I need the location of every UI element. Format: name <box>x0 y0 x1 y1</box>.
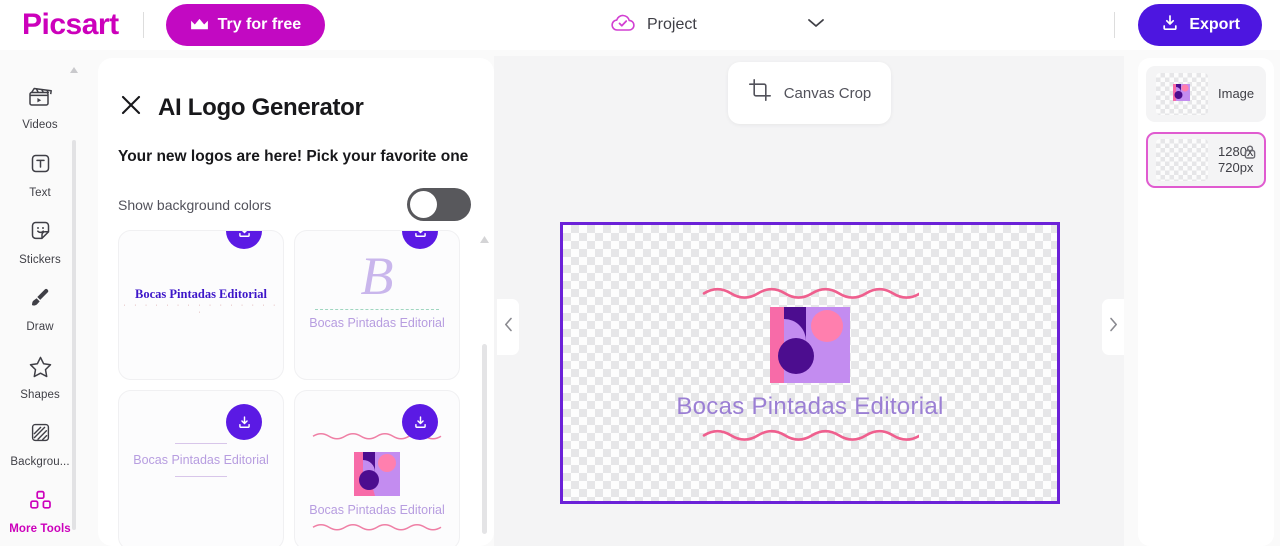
logo-preview: Bocas Pintadas Editorial <box>119 443 283 477</box>
wave-line-icon <box>702 429 919 441</box>
toggle-knob <box>410 191 437 218</box>
try-for-free-label: Try for free <box>217 16 302 33</box>
download-icon[interactable] <box>402 231 438 249</box>
try-for-free-button[interactable]: Try for free <box>165 4 326 46</box>
canvas-crop-button[interactable]: Canvas Crop <box>728 62 891 124</box>
background-colors-row: Show background colors <box>98 166 494 221</box>
download-icon[interactable] <box>402 404 438 440</box>
panel-scroll-thumb[interactable] <box>482 344 487 534</box>
logo-card[interactable]: Bocas Pintadas Editorial <box>294 390 460 546</box>
sidebar-item-label: Text <box>29 186 51 199</box>
download-icon[interactable] <box>226 404 262 440</box>
logo-preview: B Bocas Pintadas Editorial <box>295 249 459 330</box>
logo-results-grid: Bocas Pintadas Editorial · · · · · · · ·… <box>118 230 474 546</box>
sidebar-scrollbar[interactable] <box>70 60 78 538</box>
download-icon <box>1160 13 1180 38</box>
panel-scrollbar[interactable] <box>480 236 489 542</box>
collapse-right-panel-handle[interactable] <box>1102 299 1124 355</box>
logo-card[interactable]: Bocas Pintadas Editorial <box>118 390 284 546</box>
wave-line-icon <box>702 287 919 299</box>
logo-card[interactable]: Bocas Pintadas Editorial · · · · · · · ·… <box>118 230 284 380</box>
artwork-title: Bocas Pintadas Editorial <box>676 393 944 420</box>
chevron-left-icon <box>504 317 513 337</box>
crown-icon <box>190 18 209 32</box>
sidebar-item-label: Stickers <box>19 254 61 267</box>
logo-preview: Bocas Pintadas Editorial · · · · · · · ·… <box>119 287 283 316</box>
wave-line-icon <box>312 523 442 531</box>
paintbrush-icon <box>27 286 54 315</box>
crop-icon <box>748 78 773 108</box>
header-divider-right <box>1114 12 1115 38</box>
logo-name: Bocas Pintadas Editorial <box>309 316 445 330</box>
sidebar-item-label: More Tools <box>9 523 71 536</box>
scroll-up-icon[interactable] <box>480 230 489 243</box>
ai-logo-generator-panel: AI Logo Generator Your new logos are her… <box>98 58 494 546</box>
square-logo-mark <box>1173 84 1190 101</box>
logo-name: Bocas Pintadas Editorial <box>309 503 445 517</box>
layer-item-background[interactable]: 1280x 720px <box>1146 132 1266 188</box>
sidebar-item-label: Shapes <box>20 388 60 401</box>
canvas-crop-label: Canvas Crop <box>783 84 872 102</box>
square-logo-mark <box>770 307 850 383</box>
cloud-check-icon <box>610 13 636 38</box>
background-hatch-icon <box>28 421 53 450</box>
canvas-artwork[interactable]: Bocas Pintadas Editorial <box>563 225 1057 501</box>
chevron-down-icon[interactable] <box>806 16 826 34</box>
chevron-right-icon <box>1109 317 1118 337</box>
star-icon <box>27 354 54 383</box>
close-icon[interactable] <box>118 92 144 123</box>
sidebar-item-stickers[interactable]: Stickers <box>0 209 80 276</box>
logo-dash-rule <box>315 309 439 310</box>
canvas-selection-frame[interactable]: Bocas Pintadas Editorial <box>560 222 1060 504</box>
scroll-up-icon[interactable] <box>70 60 78 73</box>
layer-item-image[interactable]: Image <box>1146 66 1266 122</box>
download-icon[interactable] <box>226 231 262 249</box>
logo-name: Bocas Pintadas Editorial <box>135 287 267 301</box>
toggle-label: Show background colors <box>118 196 272 213</box>
project-selector[interactable]: Project <box>610 0 826 50</box>
sidebar-item-videos[interactable]: Videos <box>0 74 80 141</box>
sidebar-item-label: Backgrou... <box>10 456 70 469</box>
sidebar-item-background[interactable]: Backgrou... <box>0 411 80 478</box>
logo-rule-top <box>175 443 227 444</box>
sidebar-item-draw[interactable]: Draw <box>0 276 80 343</box>
sidebar-scroll-thumb[interactable] <box>72 140 76 530</box>
sidebar-item-label: Draw <box>26 321 54 334</box>
layer-label: Image <box>1218 85 1255 101</box>
page-title: AI Logo Generator <box>158 93 364 121</box>
show-background-colors-toggle[interactable] <box>407 188 471 221</box>
text-box-icon <box>28 152 53 181</box>
sidebar-item-label: Videos <box>22 119 58 132</box>
sidebar-item-more-tools[interactable]: More Tools <box>0 479 80 546</box>
canvas-workspace: Canvas Crop Bocas Pintadas Editorial <box>494 56 1124 546</box>
grid-squares-icon <box>27 489 54 517</box>
layers-panel: Image 1280x 720px <box>1138 58 1274 546</box>
logo-card[interactable]: B Bocas Pintadas Editorial <box>294 230 460 380</box>
monogram-b-glyph: B <box>360 246 394 306</box>
panel-header: AI Logo Generator <box>98 58 494 123</box>
layer-thumbnail <box>1156 73 1208 115</box>
picsart-logo[interactable]: Picsart <box>22 8 119 42</box>
export-button[interactable]: Export <box>1138 4 1262 46</box>
lock-icon[interactable] <box>1243 144 1257 165</box>
left-sidebar: Videos Text Stickers Draw Shapes Backgro… <box>0 56 80 546</box>
square-logo-mark <box>354 452 400 496</box>
logo-name: Bocas Pintadas Editorial <box>133 453 269 467</box>
collapse-left-panel-handle[interactable] <box>497 299 519 355</box>
layer-thumbnail <box>1156 139 1208 181</box>
logo-preview: Bocas Pintadas Editorial <box>295 427 459 536</box>
logo-dot-rule: · · · · · · · · · · · · · · · · <box>123 302 279 316</box>
video-clapper-icon <box>27 84 54 113</box>
sidebar-item-text[interactable]: Text <box>0 141 80 208</box>
logo-rule-bottom <box>175 476 227 477</box>
header-divider <box>142 12 144 38</box>
sticker-icon <box>28 219 53 248</box>
panel-subtitle: Your new logos are here! Pick your favor… <box>118 148 469 165</box>
project-name: Project <box>647 16 697 33</box>
picsart-editor: Picsart Try for free Project Export Vide… <box>0 0 1280 546</box>
app-header: Picsart Try for free Project Export <box>0 0 1280 50</box>
export-label: Export <box>1189 16 1240 33</box>
sidebar-item-shapes[interactable]: Shapes <box>0 344 80 411</box>
